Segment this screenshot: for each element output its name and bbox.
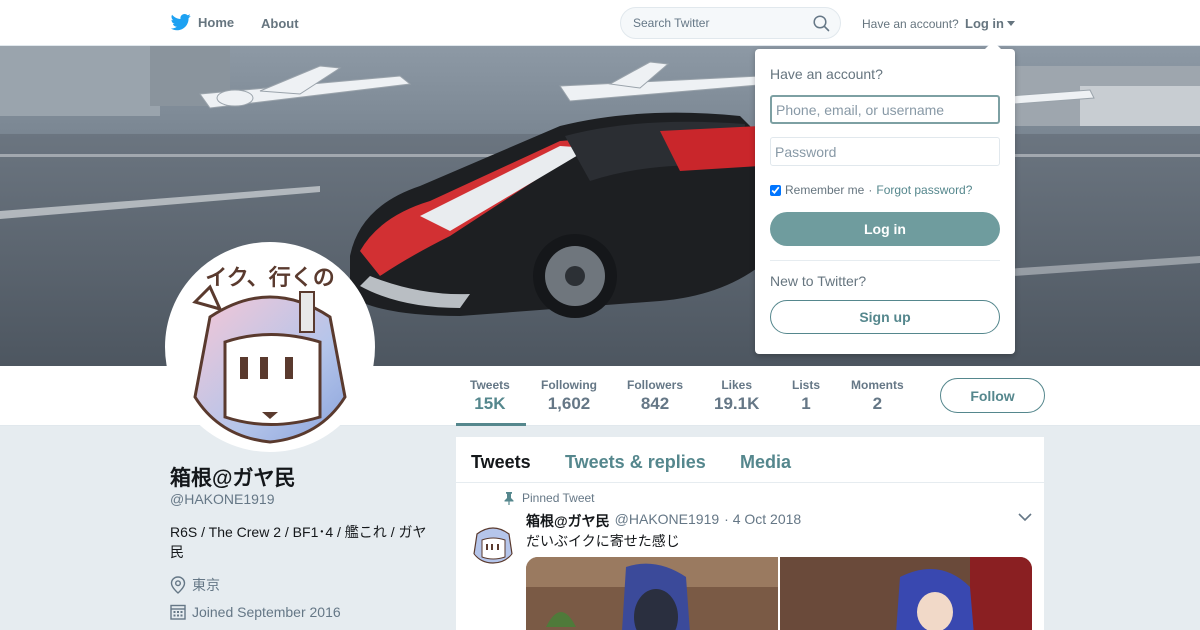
tweet-image-1[interactable]	[526, 557, 778, 630]
location-text: 東京	[192, 577, 220, 593]
profile-avatar[interactable]: イク、行くの	[165, 242, 375, 452]
dropdown-caret	[985, 41, 1001, 49]
tweet-avatar[interactable]	[469, 516, 517, 564]
stat-value: 15K	[474, 394, 506, 413]
tab-tweets-and-replies[interactable]: Tweets & replies	[565, 452, 706, 473]
stat-value: 2	[872, 394, 883, 413]
stat-tweets[interactable]: Tweets 15K	[470, 378, 510, 414]
active-stat-underline	[456, 423, 526, 426]
stat-label: Followers	[627, 378, 684, 392]
stat-following[interactable]: Following 1,602	[541, 378, 597, 414]
tweet-author-handle[interactable]: @HAKONE1919	[615, 511, 719, 531]
timeline-tabs: Tweets Tweets & replies Media	[456, 437, 1044, 483]
tab-tweets[interactable]: Tweets	[471, 452, 531, 473]
stat-label: Following	[541, 378, 597, 392]
tweet-date[interactable]: · 4 Oct 2018	[724, 511, 801, 531]
separator-dot: ·	[868, 183, 873, 197]
dropdown-title: Have an account?	[770, 66, 883, 82]
dropdown-divider	[770, 260, 1000, 261]
profile-handle[interactable]: @HAKONE1919	[170, 491, 274, 507]
stat-likes[interactable]: Likes 19.1K	[714, 378, 759, 414]
signup-button[interactable]: Sign up	[770, 300, 1000, 334]
stat-moments[interactable]: Moments 2	[851, 378, 904, 414]
nav-home-link[interactable]: Home	[170, 12, 234, 32]
nav-about-link[interactable]: About	[261, 16, 299, 31]
stat-label: Lists	[792, 378, 821, 392]
nav-home-label: Home	[198, 14, 235, 30]
profile-joined: Joined September 2016	[170, 603, 341, 620]
caret-down-icon	[1007, 21, 1015, 26]
remember-me-row: Remember me · Forgot password?	[770, 183, 972, 197]
username-field[interactable]	[770, 95, 1000, 124]
login-dropdown: Have an account? Remember me · Forgot pa…	[755, 41, 1015, 354]
new-to-twitter-text: New to Twitter?	[770, 273, 867, 289]
profile-bio: R6S / The Crew 2 / BF1･4 / 艦これ / ガヤ民	[170, 524, 427, 560]
profile-name[interactable]: 箱根@ガヤ民	[170, 462, 295, 492]
tweet-text: だいぶイクに寄せた感じ	[526, 533, 680, 549]
tweet-media[interactable]	[526, 557, 1032, 630]
stat-label: Moments	[851, 378, 904, 392]
tab-media[interactable]: Media	[740, 452, 791, 473]
pinned-label: Pinned Tweet	[522, 491, 595, 505]
stat-value: 842	[640, 394, 670, 413]
avatar-illustration: イク、行くの	[170, 247, 370, 447]
avatar-caption: イク、行くの	[205, 265, 335, 291]
pinned-tweet[interactable]: Pinned Tweet 箱根@ガヤ民 @HAKONE1919 · 4 Oct …	[456, 483, 1044, 630]
tweet-author-name[interactable]: 箱根@ガヤ民	[526, 511, 610, 531]
tweet-header: 箱根@ガヤ民 @HAKONE1919 · 4 Oct 2018	[526, 511, 801, 531]
top-navigation-bar: Home About Have an account? Log in	[0, 0, 1200, 46]
follow-button[interactable]: Follow	[940, 378, 1045, 413]
stat-lists[interactable]: Lists 1	[792, 378, 820, 414]
tweet-avatar-image	[469, 516, 517, 564]
chevron-down-icon[interactable]	[1018, 513, 1032, 522]
tweet-image-2[interactable]	[780, 557, 1032, 630]
pin-icon	[504, 491, 514, 505]
pinned-indicator: Pinned Tweet	[504, 491, 595, 505]
profile-location: 東京	[170, 575, 220, 595]
remember-me-label[interactable]: Remember me	[785, 183, 864, 197]
password-field[interactable]	[770, 137, 1000, 166]
timeline: Tweets Tweets & replies Media Pinned Twe…	[456, 437, 1044, 630]
login-menu-toggle[interactable]: Log in	[965, 16, 1015, 31]
remember-me-checkbox[interactable]	[770, 184, 781, 196]
location-pin-icon	[170, 576, 186, 594]
stat-followers[interactable]: Followers 842	[627, 378, 683, 414]
forgot-password-link[interactable]: Forgot password?	[876, 183, 972, 197]
login-menu-label: Log in	[965, 16, 1004, 31]
stat-value: 19.1K	[714, 394, 760, 413]
login-button[interactable]: Log in	[770, 212, 1000, 246]
have-account-text: Have an account?	[862, 17, 959, 31]
stat-label: Tweets	[470, 378, 510, 392]
stat-value: 1	[801, 394, 811, 413]
stat-value: 1,602	[547, 394, 591, 413]
search-input[interactable]	[621, 8, 801, 38]
twitter-bird-icon	[170, 14, 191, 31]
calendar-icon	[170, 604, 186, 620]
search-icon[interactable]	[813, 15, 830, 32]
stat-label: Likes	[721, 378, 753, 392]
joined-text: Joined September 2016	[192, 603, 341, 620]
search-box	[620, 7, 841, 39]
